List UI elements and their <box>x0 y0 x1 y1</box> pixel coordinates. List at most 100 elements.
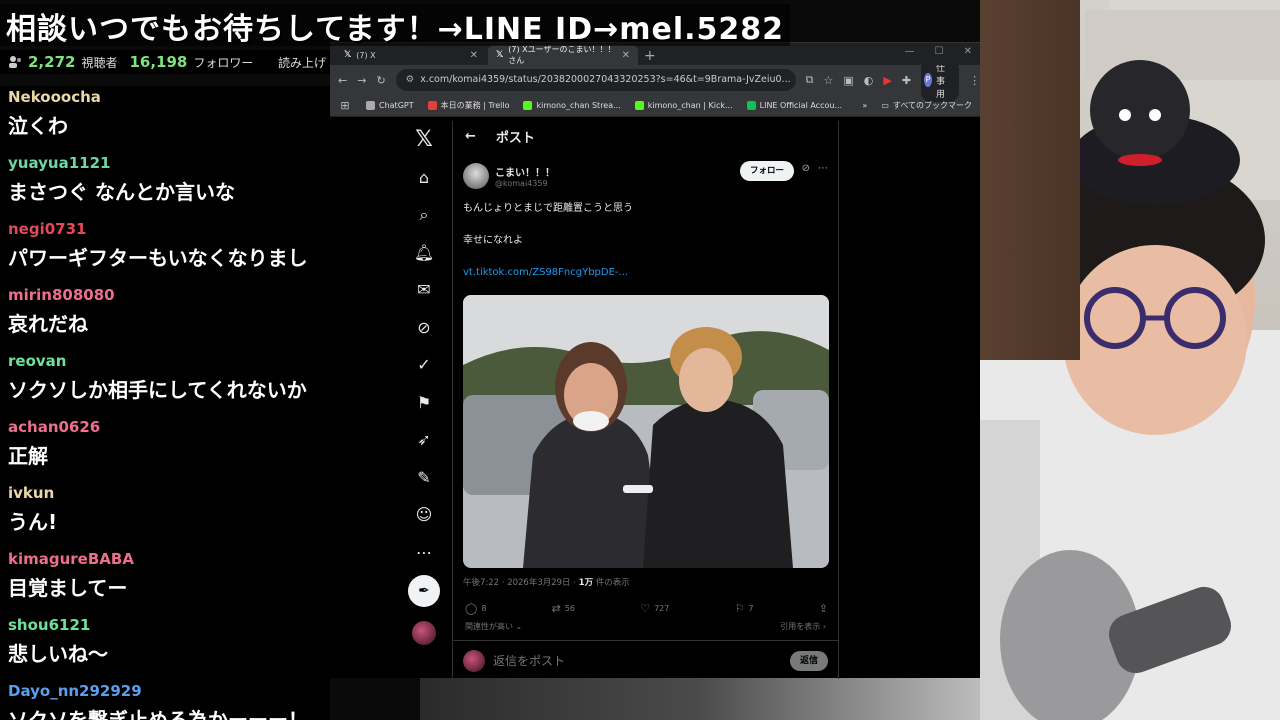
grok-icon[interactable]: ⊘ <box>406 309 442 347</box>
install-icon[interactable]: ⧉ <box>806 73 814 87</box>
close-icon[interactable]: ✕ <box>622 50 630 61</box>
chat-username[interactable]: reovan <box>8 350 322 372</box>
my-avatar <box>463 649 485 672</box>
bookmark-kick[interactable]: kimono_chan | Kick... <box>634 101 733 110</box>
quotes-label: 引用を表示 <box>780 622 821 631</box>
home-icon[interactable]: ⌂ <box>406 159 442 197</box>
youtube-extension-icon[interactable]: ▶ <box>883 73 891 87</box>
chevron-right-icon[interactable]: » <box>862 101 867 110</box>
x-favicon-icon: 𝕏 <box>344 50 352 60</box>
view-quotes[interactable]: 引用を表示 › <box>780 620 826 640</box>
x-sidebar: 𝕏 ⌂ ⌕ 🔔︎ ✉ ⊘ ✓ ⚑ ➶ ✎ ☺ ⋯ ✒ <box>406 121 442 659</box>
read-aloud-label: 読み上げ <box>277 55 326 70</box>
grok-icon[interactable]: ⊘ <box>802 163 810 174</box>
extension-icon[interactable]: ◐ <box>864 73 874 87</box>
follow-button[interactable]: フォロー <box>739 161 794 181</box>
bookmarks-icon[interactable]: ⚑ <box>406 384 442 422</box>
bookmark-trello[interactable]: 本日の業務 | Trello <box>427 100 510 111</box>
repost-count: 56 <box>564 603 576 613</box>
my-avatar[interactable] <box>412 621 436 645</box>
all-bookmarks[interactable]: ▭ すべてのブックマーク <box>881 100 972 111</box>
post-text-line: 幸せになれよ <box>463 235 523 246</box>
bookmark-label: 本日の業務 | Trello <box>440 101 510 110</box>
articles-icon[interactable]: ✎ <box>406 459 442 497</box>
chat-username[interactable]: achan0626 <box>8 416 322 438</box>
apps-grid-icon[interactable]: ⊞ <box>338 99 352 113</box>
x-favicon-icon: 𝕏 <box>496 50 504 60</box>
minimize-icon[interactable]: — <box>905 46 915 57</box>
author-handle[interactable]: @komai4359 <box>495 179 555 188</box>
post-actions: ◯ 8 ⇄ 56 ♡ 727 ⚐ 7 ⇪ <box>453 596 838 620</box>
x-post-column: ← ポスト こまい！！！ @komai4359 フォロー ⊘ ⋯ もんじょりとま… <box>452 121 839 679</box>
reload-icon[interactable]: ↻ <box>376 73 385 87</box>
avatar: P <box>924 73 932 87</box>
reply-button[interactable]: 返信 <box>789 650 828 671</box>
messages-icon[interactable]: ✉ <box>406 271 442 309</box>
chat-message: reovan ソクソしか相手にしてくれないか <box>0 350 330 416</box>
sort-label: 関連性が高い <box>465 622 513 631</box>
maximize-icon[interactable]: ☐ <box>935 46 944 57</box>
post-photo[interactable] <box>463 295 829 568</box>
post-author: こまい！！！ @komai4359 フォロー ⊘ ⋯ <box>453 151 838 193</box>
like-action[interactable]: ♡ 727 <box>640 602 669 615</box>
bookmark-kick-stream[interactable]: kimono_chan Strea... <box>523 101 621 110</box>
chat-text: 正解 <box>8 444 48 468</box>
chat-username[interactable]: kimagureBABA <box>8 548 322 570</box>
bookmark-action[interactable]: ⚐ 7 <box>735 602 754 615</box>
follower-label: フォロワー <box>193 55 254 70</box>
kick-icon <box>523 101 533 110</box>
back-arrow-icon[interactable]: ← <box>465 129 476 144</box>
more-icon[interactable]: ⋯ <box>406 534 442 572</box>
sort-relevance[interactable]: 関連性が高い ⌄ <box>465 620 522 640</box>
bookmark-star-icon[interactable]: ☆ <box>824 73 834 87</box>
chat-username[interactable]: ivkun <box>8 482 322 504</box>
close-icon[interactable]: ✕ <box>470 50 478 61</box>
tab-x-post[interactable]: 𝕏 (7) Xユーザーのこまい！！！さん ✕ <box>488 45 638 65</box>
reply-count: 8 <box>481 603 487 613</box>
chat-panel: Nekooocha 泣くわ yuayua1121 まさつぐ なんとか言いな ne… <box>0 86 330 720</box>
chat-username[interactable]: Nekooocha <box>8 86 322 108</box>
chat-text: うん! <box>8 510 58 534</box>
puzzle-icon[interactable]: ✚ <box>902 73 911 87</box>
x-logo-icon[interactable]: 𝕏 <box>406 121 442 159</box>
reply-action[interactable]: ◯ 8 <box>465 602 486 615</box>
share-action[interactable]: ⇪ <box>819 602 828 615</box>
forward-icon[interactable]: → <box>357 73 366 87</box>
repost-icon: ⇄ <box>551 601 561 615</box>
chat-username[interactable]: mirin808080 <box>8 284 322 306</box>
post-link[interactable]: vt.tiktok.com/ZS98FncgYbpDE-... <box>453 257 838 289</box>
new-tab-icon[interactable]: + <box>644 47 656 65</box>
post-timestamp[interactable]: 午後7:22 · 2026年3月29日 · <box>463 578 579 588</box>
share-icon: ⇪ <box>818 601 828 615</box>
verified-icon[interactable]: ✓ <box>406 346 442 384</box>
author-avatar[interactable] <box>463 163 489 189</box>
compose-post-button[interactable]: ✒ <box>408 575 440 607</box>
site-info-icon[interactable]: ⚙ <box>406 69 415 91</box>
url-input[interactable]: ⚙ x.com/komai4359/status/203820002704332… <box>395 69 796 91</box>
chat-username[interactable]: yuayua1121 <box>8 152 322 174</box>
chat-username[interactable]: Dayo_nn292929 <box>8 680 322 702</box>
back-icon[interactable]: ← <box>338 73 347 87</box>
search-icon[interactable]: ⌕ <box>406 196 442 234</box>
photo-image <box>463 295 829 568</box>
repost-action[interactable]: ⇄ 56 <box>552 602 575 615</box>
rocket-icon[interactable]: ➶ <box>406 421 442 459</box>
extension-icon[interactable]: ▣ <box>843 73 853 87</box>
close-window-icon[interactable]: ✕ <box>964 46 972 57</box>
notifications-icon[interactable]: 🔔︎ <box>406 234 442 272</box>
chat-username[interactable]: negi0731 <box>8 218 322 240</box>
tab-x-home[interactable]: 𝕏 (7) X ✕ <box>336 45 486 65</box>
heart-icon: ♡ <box>640 601 651 615</box>
chat-username[interactable]: shou6121 <box>8 614 322 636</box>
bookmark-chatgpt[interactable]: ChatGPT <box>366 101 414 110</box>
bookmark-line[interactable]: LINE Official Accou... <box>746 101 842 110</box>
more-icon[interactable]: ⋯ <box>818 163 828 174</box>
chat-message: yuayua1121 まさつぐ なんとか言いな <box>0 152 330 218</box>
bookmark-count: 7 <box>748 603 754 613</box>
author-name[interactable]: こまい！！！ <box>495 164 555 179</box>
chat-text: 悲しいね〜 <box>8 642 108 666</box>
reply-input[interactable]: 返信をポスト <box>493 652 782 669</box>
profile-icon[interactable]: ☺ <box>406 496 442 534</box>
folder-icon: ▭ <box>881 101 889 110</box>
menu-icon[interactable]: ⋮ <box>969 73 980 87</box>
